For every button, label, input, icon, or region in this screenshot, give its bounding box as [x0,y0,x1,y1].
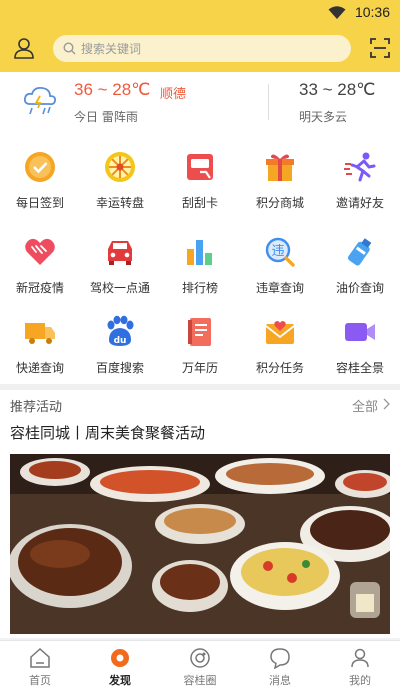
grid-item-panorama[interactable]: 容桂全景 [320,299,400,379]
grid-item-express-query[interactable]: 快递查询 [0,299,80,379]
heart-icon [25,238,55,265]
tomorrow-weather-desc: 明天多云 [299,110,348,124]
view-all-link[interactable]: 全部 [352,396,378,415]
grid-item-label: 积分商城 [255,196,304,210]
city-name: 顺德 [160,87,187,102]
search-input[interactable]: 搜索关键词 [53,35,351,62]
grid-item-label: 万年历 [181,361,218,375]
tab-ronggui-circle[interactable]: 容桂圈 [160,641,240,690]
grid-item-label: 幸运转盘 [95,196,144,210]
search-placeholder: 搜索关键词 [81,42,142,56]
baidu-paw-icon: du [107,315,134,346]
food-table-photo [10,454,390,634]
profile-icon [351,648,369,668]
tab-messages[interactable]: 消息 [240,641,320,690]
grid-item-calendar[interactable]: 万年历 [160,299,240,379]
user-icon[interactable] [12,36,36,60]
grid-item-points-task[interactable]: 积分任务 [240,299,320,379]
activity-title[interactable]: 容桂同城丨周末美食聚餐活动 [10,422,205,443]
grid-item-label: 每日签到 [15,196,64,210]
grid-item-label: 邀请好友 [335,196,384,210]
grid-item-label: 排行榜 [181,281,218,295]
grid-item-scratch-card[interactable]: 刮刮卡 [160,134,240,214]
grid-item-violation-query[interactable]: 违 违章查询 [240,219,320,299]
grid-item-ranking[interactable]: 排行榜 [160,219,240,299]
tab-home[interactable]: 首页 [0,641,80,690]
home-icon [30,647,50,668]
video-camera-icon [345,323,375,341]
tab-label: 消息 [269,674,291,687]
running-person-icon [344,152,376,182]
grid-item-label: 新冠疫情 [15,281,64,295]
top-header: 搜索关键词 [0,26,400,72]
bar-chart-icon [187,240,212,265]
grid-item-check-in[interactable]: 每日签到 [0,134,80,214]
scan-icon[interactable] [369,37,391,59]
grid-item-label: 百度搜索 [95,361,144,375]
grid-item-label: 违章查询 [255,281,304,295]
wifi-icon [328,6,346,19]
tab-discover[interactable]: 发现 [80,641,160,690]
grid-item-oil-price[interactable]: 油价查询 [320,219,400,299]
section-title: 推荐活动 [10,400,63,415]
grid-item-label: 驾校一点通 [89,281,150,295]
gift-icon [266,154,294,181]
delivery-truck-icon [25,323,55,344]
search-icon [63,42,76,55]
tab-label: 容桂圈 [183,674,217,687]
grid-item-covid[interactable]: 新冠疫情 [0,219,80,299]
recommended-activity: 推荐活动 全部 容桂同城丨周末美食聚餐活动 [0,390,400,638]
car-icon [108,241,132,265]
grid-item-invite-friends[interactable]: 邀请好友 [320,134,400,214]
grid-item-label: 快递查询 [15,361,64,375]
thunderstorm-icon [23,86,57,115]
svg-text:违: 违 [271,244,284,259]
gas-bottle-icon [347,238,372,266]
grid-item-label: 油价查询 [335,281,384,295]
clock: 10:36 [354,4,390,20]
tab-label: 我的 [349,674,371,687]
grid-item-label: 积分任务 [255,361,304,375]
grid-item-points-mall[interactable]: 积分商城 [240,134,320,214]
status-bar: 10:36 [0,0,400,26]
feature-grid: 每日签到 幸运转盘 刮刮卡 积分商城 邀请好友 新冠疫情 驾校一点通 排行榜 违… [0,134,400,384]
calendar-book-icon [188,318,211,346]
weather-divider [268,84,269,120]
grid-item-baidu-search[interactable]: du 百度搜索 [80,299,160,379]
lucky-wheel-icon [105,152,135,182]
weather-panel[interactable]: 36 ~ 28℃ 顺德 今日 雷阵雨 33 ~ 28℃ 明天多云 [0,72,400,134]
check-in-icon [25,152,55,182]
grid-item-label: 刮刮卡 [181,196,218,210]
tomorrow-temperature: 33 ~ 28℃ [299,80,376,99]
grid-item-label: 容桂全景 [335,361,384,375]
envelope-heart-icon [265,321,295,344]
svg-text:du: du [114,336,127,346]
violation-query-icon: 违 [265,237,295,267]
tab-label: 首页 [29,674,51,687]
bottom-tab-bar: 首页 发现 容桂圈 消息 我的 [0,640,400,690]
today-temperature: 36 ~ 28℃ [74,80,151,99]
scratch-card-icon [187,154,213,180]
tab-label: 发现 [109,674,131,687]
activity-image[interactable] [10,454,390,634]
today-weather-desc: 今日 雷阵雨 [74,110,138,124]
message-icon [270,648,290,669]
grid-item-lucky-wheel[interactable]: 幸运转盘 [80,134,160,214]
circle-icon [190,648,210,668]
tab-profile[interactable]: 我的 [320,641,400,690]
chevron-right-icon[interactable] [382,398,390,410]
discover-icon [111,649,129,667]
grid-item-driving-school[interactable]: 驾校一点通 [80,219,160,299]
